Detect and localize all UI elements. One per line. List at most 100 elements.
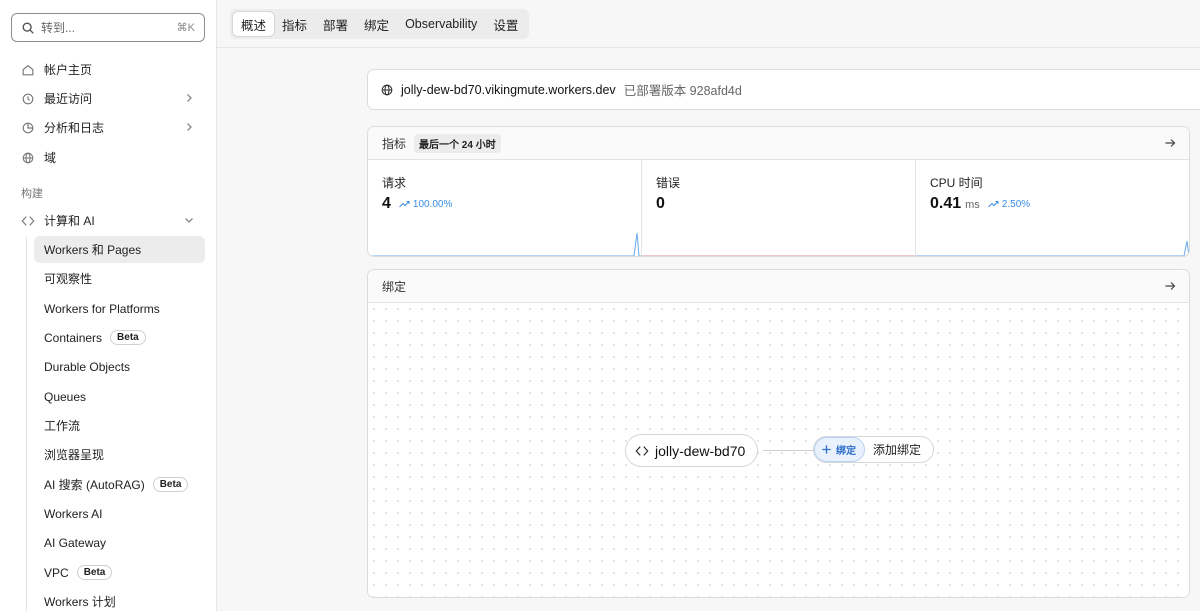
sidebar-item-label: 帐户主页 (44, 63, 93, 77)
sidebar-item-observability[interactable]: 可观察性 (34, 265, 205, 292)
binding-tag: 绑定 (814, 437, 865, 462)
metric-delta-value: 2.50% (1001, 198, 1031, 210)
tab-bindings[interactable]: 绑定 (356, 12, 397, 36)
add-binding-button[interactable]: 绑定 添加绑定 (813, 436, 935, 463)
submenu-rail (26, 237, 27, 611)
bindings-canvas[interactable]: jolly-dew-bd70 绑定 添加绑定 (368, 303, 1189, 597)
sidebar-item-label: 最近访问 (44, 92, 93, 106)
search-box[interactable]: 转到... ⌘K (11, 13, 205, 42)
plus-icon (822, 445, 831, 454)
beta-badge: Beta (110, 330, 146, 345)
section-label-build: 构建 (21, 188, 43, 200)
worker-hostname-link[interactable]: jolly-dew-bd70.vikingmute.workers.dev (401, 83, 616, 97)
sidebar-item-label: Workers 计划 (44, 595, 116, 609)
sidebar-item-label: AI 搜索 (AutoRAG) (44, 478, 145, 492)
globe-icon (22, 152, 34, 163)
globe-icon (381, 84, 393, 95)
sidebar-item-workflows[interactable]: 工作流 (34, 412, 205, 439)
metric-delta: 2.50% (987, 198, 1031, 210)
sidebar-item-label: 可观察性 (44, 272, 93, 286)
metric-label: CPU 时间 (930, 176, 983, 190)
sidebar-item-domains[interactable]: 域 (12, 144, 205, 171)
sidebar: 转到... ⌘K 帐户主页 最近访问 分析和日志 域 构建 计算和 AI Wor… (0, 0, 217, 611)
sidebar-item-analytics[interactable]: 分析和日志 (12, 114, 205, 141)
code-diamond-icon (21, 215, 35, 226)
sidebar-item-label: Containers (44, 330, 103, 345)
tab-observability[interactable]: Observability (397, 12, 485, 36)
binding-tag-label: 绑定 (836, 446, 856, 457)
worker-node-label: jolly-dew-bd70 (655, 442, 746, 459)
sidebar-item-account-home[interactable]: 帐户主页 (12, 56, 205, 83)
sidebar-item-containers[interactable]: Containers Beta (34, 324, 205, 351)
sidebar-item-recent[interactable]: 最近访问 (12, 85, 205, 112)
worker-route-card: jolly-dew-bd70.vikingmute.workers.dev 已部… (367, 69, 1200, 110)
sidebar-item-label: 浏览器呈现 (44, 448, 105, 462)
sidebar-item-label: 工作流 (44, 419, 81, 433)
bindings-panel: 绑定 jolly-dew-bd70 绑定 添加绑定 (367, 269, 1190, 598)
sidebar-item-queues[interactable]: Queues (34, 383, 205, 410)
node-connector (763, 450, 815, 451)
search-shortcut: ⌘K (176, 22, 195, 34)
sidebar-item-label: 计算和 AI (44, 214, 95, 228)
sidebar-item-label: Workers 和 Pages (44, 243, 142, 257)
search-icon (22, 21, 34, 34)
arrow-right-icon[interactable] (1164, 280, 1176, 292)
metrics-row: 请求 4 100.00% 错误 0 CPU 时间 0.41 ms 2.50% (368, 160, 1189, 256)
sidebar-item-vpc[interactable]: VPC Beta (34, 559, 205, 586)
top-bar: 概述 指标 部署 绑定 Observability 设置 (217, 0, 1200, 48)
bindings-panel-title: 绑定 (382, 279, 407, 294)
sidebar-item-label: 域 (44, 151, 57, 165)
cpu-sparkline (916, 240, 1189, 256)
metric-value: 0.41 (930, 195, 962, 212)
metrics-panel-title: 指标 (382, 136, 407, 151)
sidebar-group-compute-ai[interactable]: 计算和 AI (12, 207, 205, 234)
metric-label: 请求 (382, 176, 407, 190)
metric-value: 0 (656, 195, 665, 212)
sidebar-item-workers-pages[interactable]: Workers 和 Pages (34, 236, 205, 263)
sidebar-item-workers-for-platforms[interactable]: Workers for Platforms (34, 295, 205, 322)
requests-sparkline (368, 232, 641, 256)
beta-badge: Beta (76, 565, 113, 580)
bindings-panel-header[interactable]: 绑定 (368, 270, 1189, 303)
sidebar-item-workers-plans[interactable]: Workers 计划 (34, 588, 205, 611)
arrow-right-icon[interactable] (1164, 137, 1176, 149)
sidebar-item-label: AI Gateway (44, 535, 107, 550)
metric-value: 4 (382, 195, 391, 212)
chevron-right-icon (187, 94, 192, 102)
metric-errors[interactable]: 错误 0 (642, 160, 916, 256)
metric-unit: ms (965, 199, 980, 211)
metric-delta: 100.00% (399, 199, 452, 210)
sidebar-item-workers-ai[interactable]: Workers AI (34, 500, 205, 527)
sidebar-item-ai-gateway[interactable]: AI Gateway (34, 529, 205, 556)
clock-icon (22, 93, 34, 104)
tab-metrics[interactable]: 指标 (274, 12, 315, 36)
search-input[interactable]: 转到... (41, 19, 177, 36)
sidebar-item-durable-objects[interactable]: Durable Objects (34, 353, 205, 380)
metric-label: 错误 (656, 176, 681, 190)
chevron-down-icon (185, 218, 193, 223)
sidebar-item-label: Queues (44, 389, 87, 404)
chart-icon (22, 122, 34, 133)
sidebar-item-label: Workers AI (44, 506, 103, 521)
tab-overview[interactable]: 概述 (233, 12, 275, 36)
time-range-pill: 最后一个 24 小时 (414, 133, 501, 153)
deployed-version: 已部署版本 928afd4d (623, 84, 742, 98)
code-diamond-icon (635, 445, 649, 456)
errors-sparkline (642, 255, 915, 256)
tab-bar: 概述 指标 部署 绑定 Observability 设置 (230, 9, 530, 39)
tab-deployments[interactable]: 部署 (315, 12, 356, 36)
trend-up-icon (399, 201, 410, 208)
chevron-right-icon (187, 123, 192, 131)
worker-node[interactable]: jolly-dew-bd70 (625, 434, 759, 467)
metric-delta-value: 100.00% (412, 198, 453, 210)
metric-cpu-time[interactable]: CPU 时间 0.41 ms 2.50% (916, 160, 1189, 256)
add-binding-label: 添加绑定 (873, 443, 922, 457)
sidebar-item-ai-search[interactable]: AI 搜索 (AutoRAG) Beta (34, 471, 205, 498)
beta-badge: Beta (152, 477, 189, 492)
tab-settings[interactable]: 设置 (485, 12, 526, 36)
metrics-panel-header[interactable]: 指标 最后一个 24 小时 (368, 127, 1189, 160)
metric-requests[interactable]: 请求 4 100.00% (368, 160, 642, 256)
sidebar-item-browser-rendering[interactable]: 浏览器呈现 (34, 441, 205, 468)
trend-up-icon (987, 201, 999, 208)
sidebar-item-label: Durable Objects (44, 359, 131, 374)
